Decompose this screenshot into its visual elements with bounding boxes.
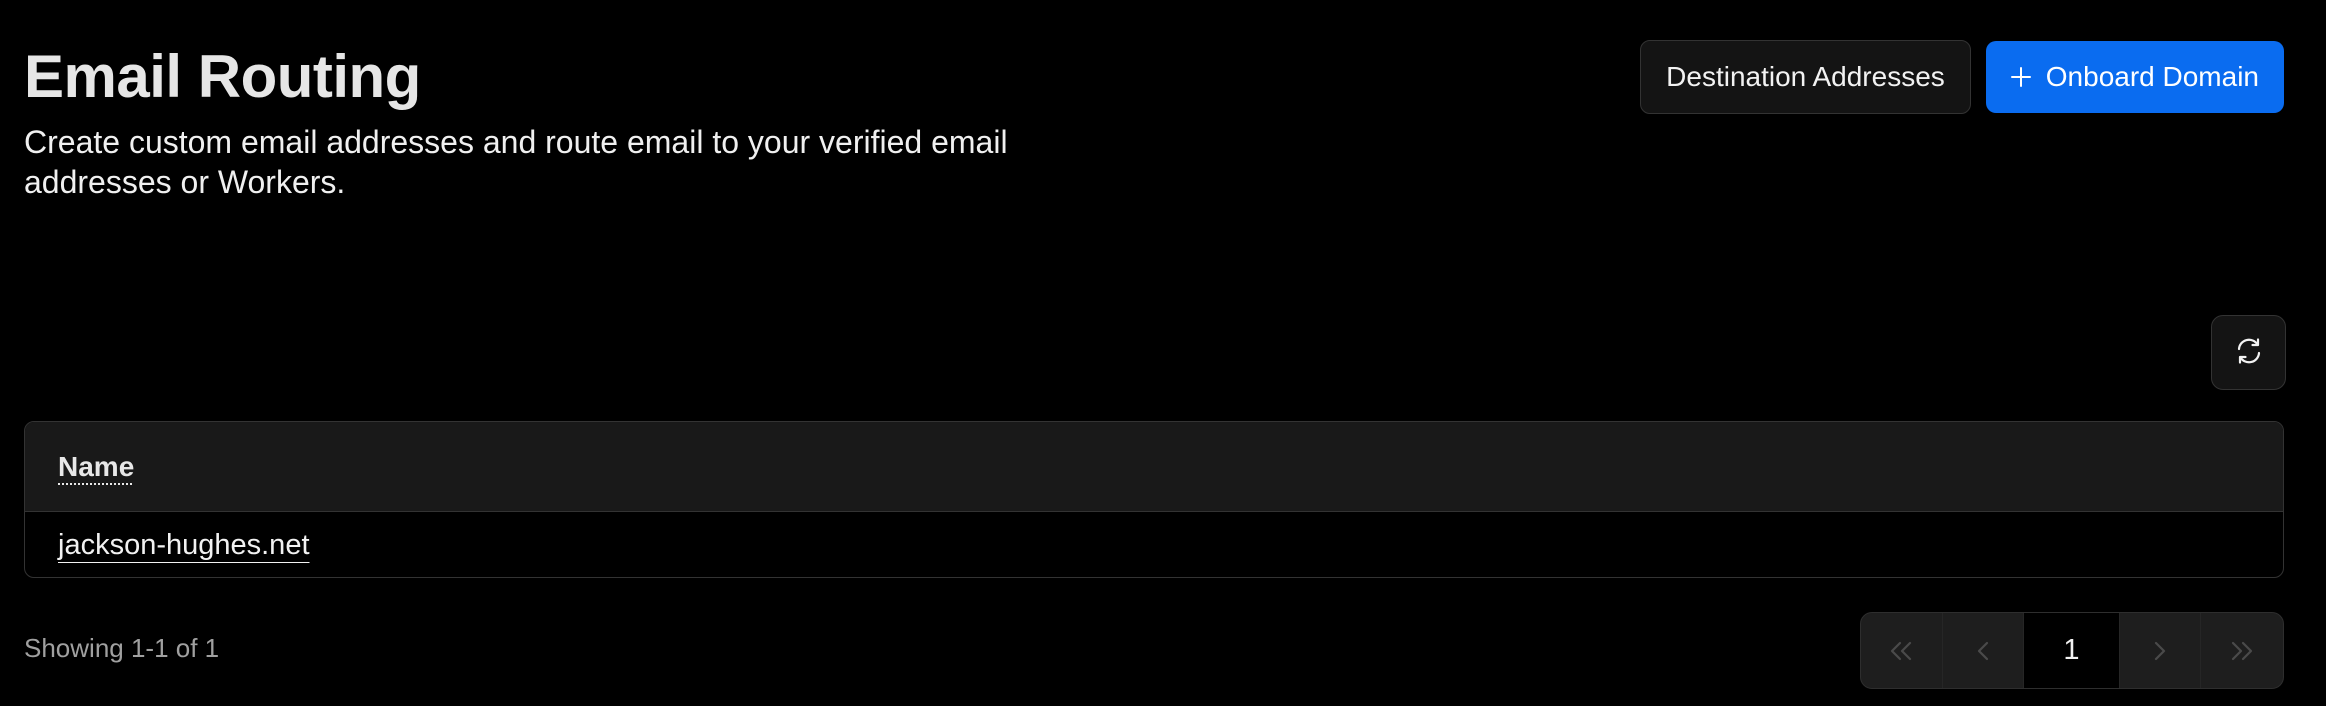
first-page-button[interactable] — [1861, 613, 1943, 688]
previous-page-icon — [1973, 639, 1993, 663]
email-routing-page: Email Routing Create custom email addres… — [0, 0, 2326, 706]
page-title: Email Routing — [24, 43, 421, 110]
last-page-icon — [2227, 639, 2257, 663]
refresh-icon — [2234, 336, 2264, 369]
destination-addresses-button[interactable]: Destination Addresses — [1640, 40, 1971, 114]
domain-link[interactable]: jackson-hughes.net — [58, 529, 310, 562]
results-count: Showing 1-1 of 1 — [24, 633, 220, 663]
destination-addresses-label: Destination Addresses — [1666, 61, 1945, 92]
current-page[interactable]: 1 — [2024, 613, 2120, 688]
previous-page-button[interactable] — [1943, 613, 2025, 688]
header-actions: Destination Addresses Onboard Domain — [1640, 40, 2284, 114]
table-row: jackson-hughes.net — [25, 512, 2283, 577]
last-page-button[interactable] — [2201, 613, 2283, 688]
first-page-icon — [1886, 639, 1916, 663]
refresh-button[interactable] — [2211, 315, 2286, 390]
onboard-domain-button[interactable]: Onboard Domain — [1985, 41, 2284, 113]
table-header: Name — [25, 422, 2283, 512]
plus-icon — [2010, 66, 2032, 88]
next-page-button[interactable] — [2120, 613, 2202, 688]
column-header-name[interactable]: Name — [58, 451, 134, 483]
page-description: Create custom email addresses and route … — [24, 124, 1008, 200]
domains-table: Name jackson-hughes.net — [24, 421, 2284, 578]
next-page-icon — [2150, 639, 2170, 663]
pagination: 1 — [1860, 612, 2284, 689]
onboard-domain-label: Onboard Domain — [2045, 61, 2259, 92]
